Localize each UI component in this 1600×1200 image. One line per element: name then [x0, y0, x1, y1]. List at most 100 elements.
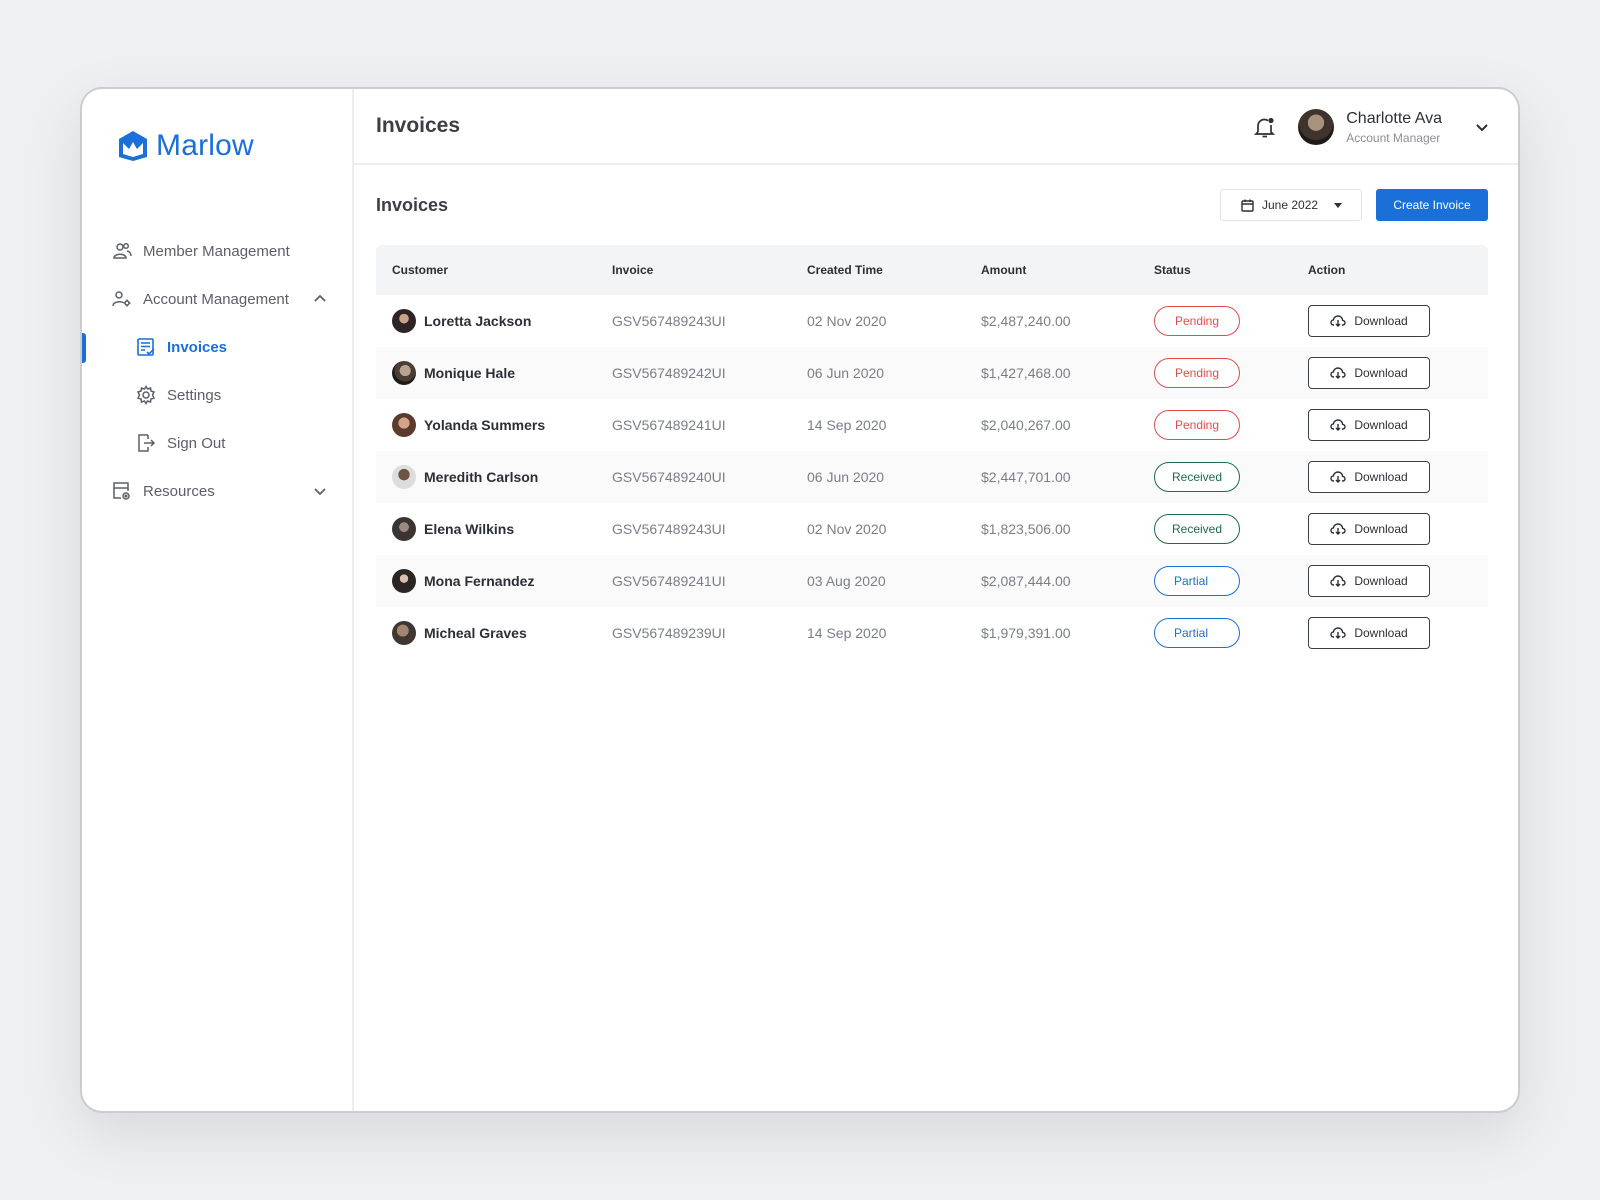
customer-name: Meredith Carlson [424, 469, 539, 485]
download-button[interactable]: Download [1308, 513, 1430, 545]
customer-avatar [392, 621, 416, 645]
sidebar-item-label: Member Management [143, 242, 290, 260]
amount: $1,979,391.00 [981, 625, 1071, 641]
sidebar-item-settings[interactable]: Settings [82, 371, 352, 419]
column-header-invoice[interactable]: Invoice [596, 245, 791, 295]
customer-avatar [392, 413, 416, 437]
top-right-controls: Charlotte Ava Account Manager [1252, 89, 1490, 165]
invoices-section: Invoices June 2022 Create Invoice Custom… [354, 165, 1518, 659]
section-title: Invoices [376, 194, 449, 215]
sidebar-item-invoices[interactable]: Invoices [82, 323, 352, 371]
download-button[interactable]: Download [1308, 305, 1430, 337]
customer-name: Monique Hale [424, 365, 516, 381]
invoice-number: GSV567489239UI [612, 625, 726, 641]
sidebar-item-label: Resources [143, 482, 215, 500]
download-button[interactable]: Download [1308, 357, 1430, 389]
resources-icon [112, 481, 132, 501]
brand-logo[interactable]: Marlow [118, 129, 254, 163]
user-info[interactable]: Charlotte Ava Account Manager [1346, 110, 1442, 145]
download-label: Download [1354, 626, 1408, 640]
chevron-down-icon[interactable] [1474, 119, 1490, 135]
table-row[interactable]: Yolanda Summers GSV567489241UI 14 Sep 20… [376, 399, 1488, 451]
cloud-download-icon [1330, 471, 1347, 483]
customer-avatar [392, 309, 416, 333]
invoice-number: GSV567489243UI [612, 313, 726, 329]
sidebar-item-member-management[interactable]: Member Management [82, 227, 352, 275]
create-invoice-button[interactable]: Create Invoice [1376, 189, 1488, 221]
download-button[interactable]: Download [1308, 409, 1430, 441]
download-label: Download [1354, 522, 1408, 536]
invoice-number: GSV567489241UI [612, 417, 726, 433]
app-window: Marlow Member Management Account Managem… [80, 87, 1520, 1113]
column-header-customer[interactable]: Customer [376, 245, 596, 295]
status-badge: Partial [1154, 566, 1240, 596]
cloud-download-icon [1330, 523, 1347, 535]
invoice-icon [136, 337, 156, 357]
amount: $2,447,701.00 [981, 469, 1071, 485]
column-header-status[interactable]: Status [1138, 245, 1292, 295]
cloud-download-icon [1330, 315, 1347, 327]
sign-out-icon [136, 433, 156, 453]
amount: $2,487,240.00 [981, 313, 1071, 329]
customer-name: Micheal Graves [424, 625, 527, 641]
sidebar-item-label: Invoices [167, 338, 228, 356]
invoice-number: GSV567489242UI [612, 365, 726, 381]
sidebar-item-label: Settings [167, 386, 222, 404]
bell-icon[interactable] [1252, 114, 1278, 140]
column-header-created-time[interactable]: Created Time [791, 245, 965, 295]
cloud-download-icon [1330, 627, 1347, 639]
table-row[interactable]: Loretta Jackson GSV567489243UI 02 Nov 20… [376, 295, 1488, 347]
status-badge: Received [1154, 462, 1240, 492]
calendar-icon [1241, 199, 1254, 212]
gear-icon [136, 385, 156, 405]
table-row[interactable]: Meredith Carlson GSV567489240UI 06 Jun 2… [376, 451, 1488, 503]
sidebar-item-label: Account Management [143, 290, 289, 308]
users-icon [112, 241, 132, 261]
amount: $2,040,267.00 [981, 417, 1071, 433]
customer-name: Yolanda Summers [424, 417, 546, 433]
date-filter-dropdown[interactable]: June 2022 [1220, 189, 1362, 221]
download-button[interactable]: Download [1308, 461, 1430, 493]
download-button[interactable]: Download [1308, 565, 1430, 597]
chevron-up-icon[interactable] [312, 291, 328, 307]
sidebar-item-resources[interactable]: Resources [82, 467, 352, 515]
table-row[interactable]: Monique Hale GSV567489242UI 06 Jun 2020 … [376, 347, 1488, 399]
table-header-row: Customer Invoice Created Time Amount Sta… [376, 245, 1488, 295]
user-avatar[interactable] [1298, 109, 1335, 145]
created-time: 03 Aug 2020 [807, 573, 886, 589]
sidebar-item-account-management[interactable]: Account Management [82, 275, 352, 323]
sidebar-item-sign-out[interactable]: Sign Out [82, 419, 352, 467]
column-header-action: Action [1308, 263, 1346, 277]
customer-name: Loretta Jackson [424, 313, 532, 329]
user-gear-icon [112, 289, 132, 309]
invoices-table: Customer Invoice Created Time Amount Sta… [376, 245, 1488, 659]
marlow-logo-icon [119, 131, 147, 161]
table-row[interactable]: Elena Wilkins GSV567489243UI 02 Nov 2020… [376, 503, 1488, 555]
invoice-number: GSV567489243UI [612, 521, 726, 537]
status-badge: Pending [1154, 306, 1240, 336]
invoice-number: GSV567489240UI [612, 469, 726, 485]
sidebar-item-label: Sign Out [167, 434, 226, 452]
created-time: 14 Sep 2020 [807, 625, 887, 641]
customer-avatar [392, 517, 416, 541]
amount: $1,427,468.00 [981, 365, 1071, 381]
table-row[interactable]: Micheal Graves GSV567489239UI 14 Sep 202… [376, 607, 1488, 659]
download-label: Download [1354, 418, 1408, 432]
cloud-download-icon [1330, 367, 1347, 379]
user-role: Account Manager [1346, 130, 1441, 145]
sidebar: Marlow Member Management Account Managem… [82, 89, 354, 1111]
table-row[interactable]: Mona Fernandez GSV567489241UI 03 Aug 202… [376, 555, 1488, 607]
amount: $1,823,506.00 [981, 521, 1071, 537]
download-button[interactable]: Download [1308, 617, 1430, 649]
customer-name: Elena Wilkins [424, 521, 515, 537]
customer-avatar [392, 465, 416, 489]
user-name: Charlotte Ava [1346, 109, 1442, 127]
download-label: Download [1354, 366, 1408, 380]
chevron-down-icon[interactable] [312, 483, 328, 499]
created-time: 14 Sep 2020 [807, 417, 887, 433]
status-badge: Pending [1154, 358, 1240, 388]
column-header-amount[interactable]: Amount [965, 245, 1138, 295]
page-title: Invoices [376, 114, 461, 137]
sidebar-nav: Member Management Account Management Inv… [82, 227, 352, 515]
date-filter-value: June 2022 [1262, 198, 1319, 212]
